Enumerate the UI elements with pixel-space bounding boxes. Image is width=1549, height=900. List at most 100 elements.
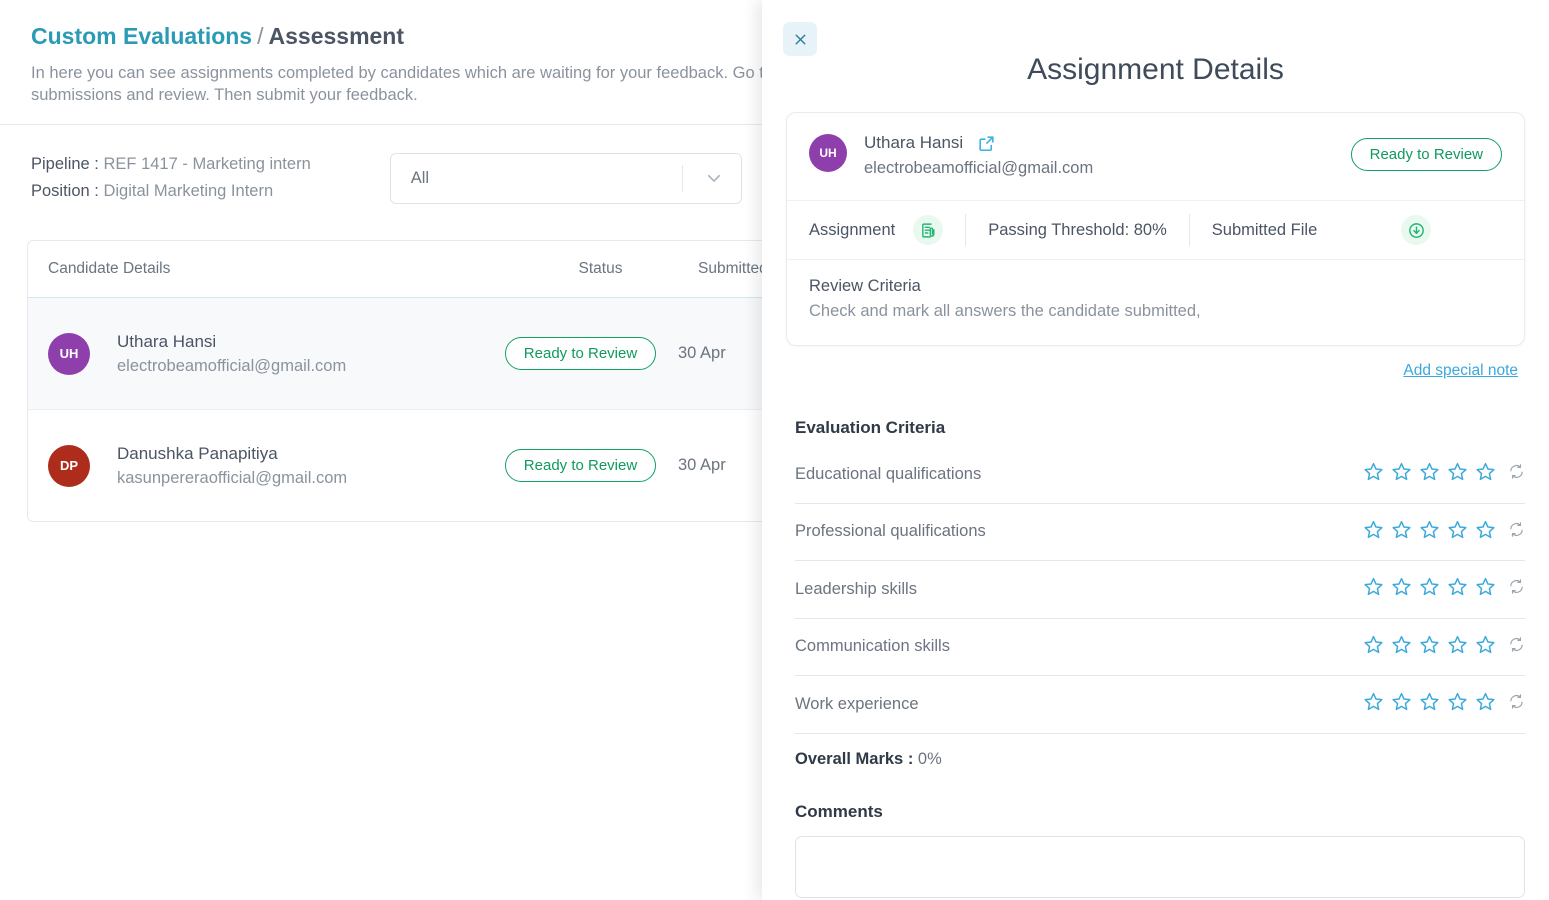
star-icon[interactable] (1447, 691, 1468, 717)
candidate-text: Uthara Hansi electrobeamofficial@gmail.c… (117, 329, 346, 379)
panel-status-badge-wrap: Ready to Review (1350, 138, 1502, 171)
criteria-row: Communication skills (795, 619, 1525, 676)
pipeline-meta-row: Pipeline : REF 1417 - Marketing intern (31, 151, 311, 178)
breadcrumb-link-custom-evaluations[interactable]: Custom Evaluations (31, 23, 252, 49)
candidate-name-row: Uthara Hansi (864, 132, 1351, 154)
star-icon[interactable] (1419, 519, 1440, 545)
submitted-file-segment: Submitted File (1211, 215, 1432, 245)
star-icon[interactable] (1419, 576, 1440, 602)
star-icon[interactable] (1419, 461, 1440, 487)
download-icon[interactable] (1401, 215, 1432, 245)
breadcrumb-separator: / (257, 23, 264, 49)
star-icon[interactable] (1419, 634, 1440, 660)
external-link-icon[interactable] (977, 134, 996, 153)
star-icon[interactable] (1391, 519, 1412, 545)
star-icon[interactable] (1475, 461, 1496, 487)
star-icon[interactable] (1419, 691, 1440, 717)
criteria-row: Professional qualifications (795, 504, 1525, 561)
add-special-note-row: Add special note (762, 346, 1549, 380)
app-root: Custom Evaluations / Assessment In here yo… (0, 0, 1549, 900)
candidate-text: Danushka Panapitiya kasunpereraofficial@… (117, 441, 347, 491)
star-rating[interactable] (1363, 461, 1525, 487)
star-icon[interactable] (1363, 461, 1384, 487)
status-badge: Ready to Review (504, 449, 657, 482)
assignment-document-icon[interactable] (913, 215, 944, 245)
status-filter-select[interactable]: All (389, 152, 742, 204)
star-icon[interactable] (1447, 519, 1468, 545)
star-icon[interactable] (1475, 691, 1496, 717)
star-icon[interactable] (1363, 634, 1384, 660)
avatar: DP (48, 444, 90, 487)
status-badge: Ready to Review (504, 337, 657, 370)
assignment-meta-row: Assignment Passing Threshold: 80% Submit… (787, 201, 1524, 260)
star-rating[interactable] (1363, 634, 1525, 660)
criteria-label: Professional qualifications (795, 522, 986, 541)
star-icon[interactable] (1447, 634, 1468, 660)
page-description: In here you can see assignments complete… (31, 64, 843, 104)
evaluation-criteria-heading: Evaluation Criteria (795, 418, 946, 437)
candidate-info: Uthara Hansi electrobeamofficial@gmail.c… (864, 132, 1351, 182)
breadcrumb-current-assessment: Assessment (268, 23, 405, 49)
star-icon[interactable] (1475, 519, 1496, 545)
overall-marks-label: Overall Marks : (795, 749, 914, 768)
criteria-label: Communication skills (795, 637, 950, 656)
candidate-email: kasunpereraofficial@gmail.com (117, 468, 348, 487)
cell-candidate-details: UH Uthara Hansi electrobeamofficial@gmai… (28, 329, 483, 379)
position-meta-row: Position : Digital Marketing Intern (31, 178, 311, 205)
candidate-name: Danushka Panapitiya (117, 443, 278, 463)
pipeline-value: REF 1417 - Marketing intern (103, 155, 311, 173)
review-criteria-body: Check and mark all answers the candidate… (809, 302, 1201, 320)
star-icon[interactable] (1391, 691, 1412, 717)
candidate-name: Uthara Hansi (864, 133, 964, 152)
comments-input[interactable] (795, 835, 1525, 898)
reset-rating-icon[interactable] (1508, 521, 1525, 543)
comments-heading: Comments (795, 801, 883, 821)
reset-rating-icon[interactable] (1508, 693, 1525, 715)
star-icon[interactable] (1391, 576, 1412, 602)
star-icon[interactable] (1391, 634, 1412, 660)
close-icon[interactable] (783, 22, 817, 56)
criteria-row: Work experience (795, 676, 1525, 734)
divider (965, 214, 967, 246)
candidate-name: Uthara Hansi (117, 331, 217, 351)
star-icon[interactable] (1363, 519, 1384, 545)
status-badge: Ready to Review (1350, 138, 1502, 171)
star-icon[interactable] (1363, 691, 1384, 717)
reset-rating-icon[interactable] (1508, 636, 1525, 658)
star-icon[interactable] (1447, 576, 1468, 602)
star-icon[interactable] (1447, 461, 1468, 487)
star-icon[interactable] (1363, 576, 1384, 602)
cell-candidate-details: DP Danushka Panapitiya kasunpereraoffici… (28, 441, 483, 491)
position-value: Digital Marketing Intern (103, 182, 274, 200)
star-rating[interactable] (1363, 519, 1525, 545)
column-header-candidate-details: Candidate Details (48, 260, 171, 277)
avatar: UH (48, 332, 90, 375)
overall-marks-value: 0% (917, 749, 942, 768)
reset-rating-icon[interactable] (1508, 463, 1525, 485)
review-criteria-title: Review Criteria (809, 277, 921, 295)
candidate-summary: UH Uthara Hansi electrobeamofficial@gmai (787, 113, 1524, 201)
star-icon[interactable] (1475, 576, 1496, 602)
star-rating[interactable] (1363, 691, 1525, 717)
panel-title: Assignment Details (1027, 53, 1284, 86)
cell-status: Ready to Review (483, 449, 678, 482)
assignment-details-panel: Assignment Details UH Uthara Hansi elect… (762, 0, 1549, 900)
overall-marks: Overall Marks : 0% (795, 750, 1525, 769)
chevron-down-icon (705, 169, 723, 187)
panel-topbar: Assignment Details (762, 0, 1549, 112)
star-icon[interactable] (1475, 634, 1496, 660)
evaluation-criteria-section: Evaluation Criteria Educational qualific… (762, 380, 1549, 898)
pipeline-label: Pipeline : (31, 155, 99, 173)
star-icon[interactable] (1391, 461, 1412, 487)
select-divider (681, 164, 683, 192)
add-special-note-link[interactable]: Add special note (1403, 362, 1518, 379)
candidate-email: electrobeamofficial@gmail.com (864, 159, 1094, 177)
column-header-status: Status (578, 260, 623, 277)
divider (1188, 214, 1190, 246)
criteria-label: Leadership skills (795, 579, 917, 598)
star-rating[interactable] (1363, 576, 1525, 602)
submitted-file-label: Submitted File (1211, 220, 1318, 239)
reset-rating-icon[interactable] (1508, 578, 1525, 600)
passing-threshold-label: Passing Threshold: 80% (988, 220, 1167, 239)
assignment-detail-card: UH Uthara Hansi electrobeamofficial@gmai (786, 112, 1525, 346)
